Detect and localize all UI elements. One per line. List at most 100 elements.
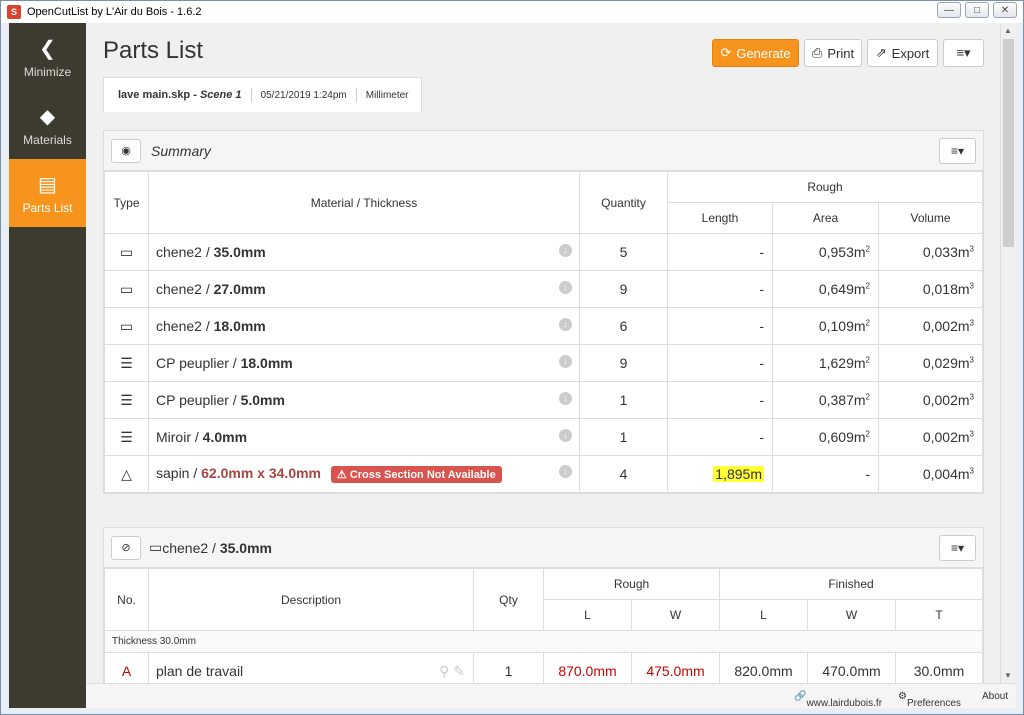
toggle-visibility-button[interactable]: ⊘ xyxy=(111,535,141,560)
export-button[interactable]: ⇗ Export xyxy=(867,39,938,67)
expand-circle-icon[interactable]: ↓ xyxy=(559,244,572,257)
refresh-icon: ⟳ xyxy=(720,45,732,60)
col-rough-l: L xyxy=(543,599,632,631)
maximize-window-button[interactable]: □ xyxy=(965,2,989,18)
sidebar-item-label: Parts List xyxy=(22,200,73,215)
expand-circle-icon[interactable]: ↓ xyxy=(559,318,572,331)
summary-header: ◉ Summary ≡▾ xyxy=(104,131,983,171)
scroll-down-icon[interactable]: ▼ xyxy=(1004,671,1012,680)
summary-area: 0,109m xyxy=(818,318,866,334)
window-title: OpenCutList by L'Air du Bois - 1.6.2 xyxy=(27,6,202,18)
group-menu-button[interactable]: ≡▾ xyxy=(939,535,976,561)
generated-date: 05/21/2019 1:24pm xyxy=(260,89,347,101)
summary-material: sapin / xyxy=(156,465,202,481)
col-qty: Qty xyxy=(473,568,544,631)
part-qty: 1 xyxy=(473,652,544,683)
vertical-scrollbar[interactable]: ▲ ▼ xyxy=(1000,23,1016,683)
finished-thickness: 30.0mm xyxy=(895,652,983,683)
summary-volume: 0,018m xyxy=(922,281,970,297)
summary-material: CP peuplier / xyxy=(156,392,241,408)
sheet-good-icon: ☰ xyxy=(120,391,133,408)
export-icon: ⇗ xyxy=(875,45,887,60)
sidebar-item-minimize[interactable]: ❮ Minimize xyxy=(9,23,86,91)
table-row[interactable]: ☰ CP peuplier / 5.0mm ↓ 1-0,387m2 0,002m3 xyxy=(104,381,983,419)
summary-length: - xyxy=(759,355,764,371)
col-rough: Rough xyxy=(543,568,720,600)
col-no: No. xyxy=(104,568,149,631)
summary-thickness: 4.0mm xyxy=(202,429,248,445)
summary-menu-button[interactable]: ≡▾ xyxy=(939,138,976,164)
pencil-icon[interactable]: ✎ xyxy=(453,663,465,679)
summary-thickness: 27.0mm xyxy=(213,281,266,297)
expand-circle-icon[interactable]: ↓ xyxy=(559,465,572,478)
website-link[interactable]: 🔗 www.lairdubois.fr xyxy=(794,691,882,709)
table-row[interactable]: ▭ chene2 / 35.0mm ↓ 5-0,953m2 0,033m3 xyxy=(104,233,983,271)
sheet-good-icon: ☰ xyxy=(120,354,133,371)
more-menu-button[interactable]: ≡▾ xyxy=(943,39,984,67)
table-row[interactable]: ▭ chene2 / 27.0mm ↓ 9-0,649m2 0,018m3 xyxy=(104,270,983,308)
summary-volume: 0,004m xyxy=(922,466,970,482)
summary-thickness: 18.0mm xyxy=(240,355,293,371)
about-link[interactable]: About xyxy=(982,691,1008,702)
summary-area: 0,953m xyxy=(818,244,866,260)
col-finished-t: T xyxy=(895,599,983,631)
eye-slash-icon: ⊘ xyxy=(121,542,131,554)
summary-volume: 0,029m xyxy=(922,355,970,371)
summary-quantity: 6 xyxy=(579,307,668,345)
hamburger-caret-icon: ≡▾ xyxy=(950,144,965,158)
preferences-link[interactable]: ⚙ Preferences xyxy=(898,691,961,709)
rough-width: 475.0mm xyxy=(631,652,720,683)
magnify-icon[interactable]: ⚲ xyxy=(439,663,449,679)
printer-icon: ⎙ xyxy=(811,45,823,60)
generate-button[interactable]: ⟳ Generate xyxy=(712,39,799,67)
scroll-up-icon[interactable]: ▲ xyxy=(1004,26,1012,35)
scroll-thumb[interactable] xyxy=(1003,39,1014,247)
hamburger-caret-icon: ≡▾ xyxy=(956,45,971,60)
toggle-visibility-button[interactable]: ◉ xyxy=(111,138,141,163)
summary-length: - xyxy=(759,429,764,445)
summary-material: chene2 / xyxy=(156,244,214,260)
expand-circle-icon[interactable]: ↓ xyxy=(559,355,572,368)
sidebar-item-materials[interactable]: ◆ Materials xyxy=(9,91,86,159)
expand-circle-icon[interactable]: ↓ xyxy=(559,281,572,294)
eye-icon: ◉ xyxy=(121,145,131,157)
summary-title: Summary xyxy=(151,142,211,159)
group-header: ⊘ ▭ chene2 / 35.0mm ≡▾ xyxy=(104,528,983,568)
table-row[interactable]: A plan de travail ⚲ ✎ 1 870.0mm 475.0mm 8… xyxy=(104,652,983,683)
table-row[interactable]: △ sapin / 62.0mm x 34.0mm ⚠ Cross Section… xyxy=(104,455,983,493)
expand-circle-icon[interactable]: ↓ xyxy=(559,392,572,405)
solid-wood-icon: ▭ xyxy=(119,243,134,260)
group-thickness: 35.0mm xyxy=(219,539,272,556)
table-row[interactable]: ☰ CP peuplier / 18.0mm ↓ 9-1,629m2 0,029m3 xyxy=(104,344,983,382)
solid-wood-icon: ▭ xyxy=(149,539,163,555)
sidebar: ❮ Minimize ◆ Materials ▤ Parts List xyxy=(9,23,86,708)
close-window-button[interactable]: ✕ xyxy=(993,2,1017,18)
group-material-name: chene2 / xyxy=(162,539,216,556)
col-volume: Volume xyxy=(878,202,983,234)
table-row[interactable]: ☰ Miroir / 4.0mm ↓ 1-0,609m2 0,002m3 xyxy=(104,418,983,456)
summary-quantity: 4 xyxy=(579,455,668,493)
print-button[interactable]: ⎙ Print xyxy=(804,39,862,67)
sidebar-item-parts-list[interactable]: ▤ Parts List xyxy=(9,159,86,227)
minimize-window-button[interactable]: — xyxy=(937,2,961,18)
summary-material: Miroir / xyxy=(156,429,203,445)
sidebar-item-label: Minimize xyxy=(23,64,72,79)
summary-area: 0,609m xyxy=(818,429,866,445)
parts-table: No. Description Qty Rough Finished L W L… xyxy=(104,568,983,683)
summary-length: 1,895m xyxy=(713,466,764,482)
summary-quantity: 9 xyxy=(579,270,668,308)
app-logo-icon: S xyxy=(7,5,21,19)
material-group-panel: ⊘ ▭ chene2 / 35.0mm ≡▾ No. Description Q… xyxy=(103,527,984,683)
summary-length: - xyxy=(759,244,764,260)
tab-scene[interactable]: lave main.skp - Scene 1 05/21/2019 1:24p… xyxy=(103,77,422,112)
expand-circle-icon[interactable]: ↓ xyxy=(559,429,572,442)
page-title: Parts List xyxy=(103,37,204,64)
thickness-subheader: Thickness 30.0mm xyxy=(104,630,983,653)
col-finished-l: L xyxy=(719,599,808,631)
footer: 🔗 www.lairdubois.fr ⚙ Preferences About xyxy=(86,683,1016,709)
warning-badge: ⚠ Cross Section Not Available xyxy=(330,466,502,483)
rough-length: 870.0mm xyxy=(543,652,632,683)
part-description: plan de travail xyxy=(156,662,244,679)
hamburger-caret-icon: ≡▾ xyxy=(950,541,965,555)
table-row[interactable]: ▭ chene2 / 18.0mm ↓ 6-0,109m2 0,002m3 xyxy=(104,307,983,345)
